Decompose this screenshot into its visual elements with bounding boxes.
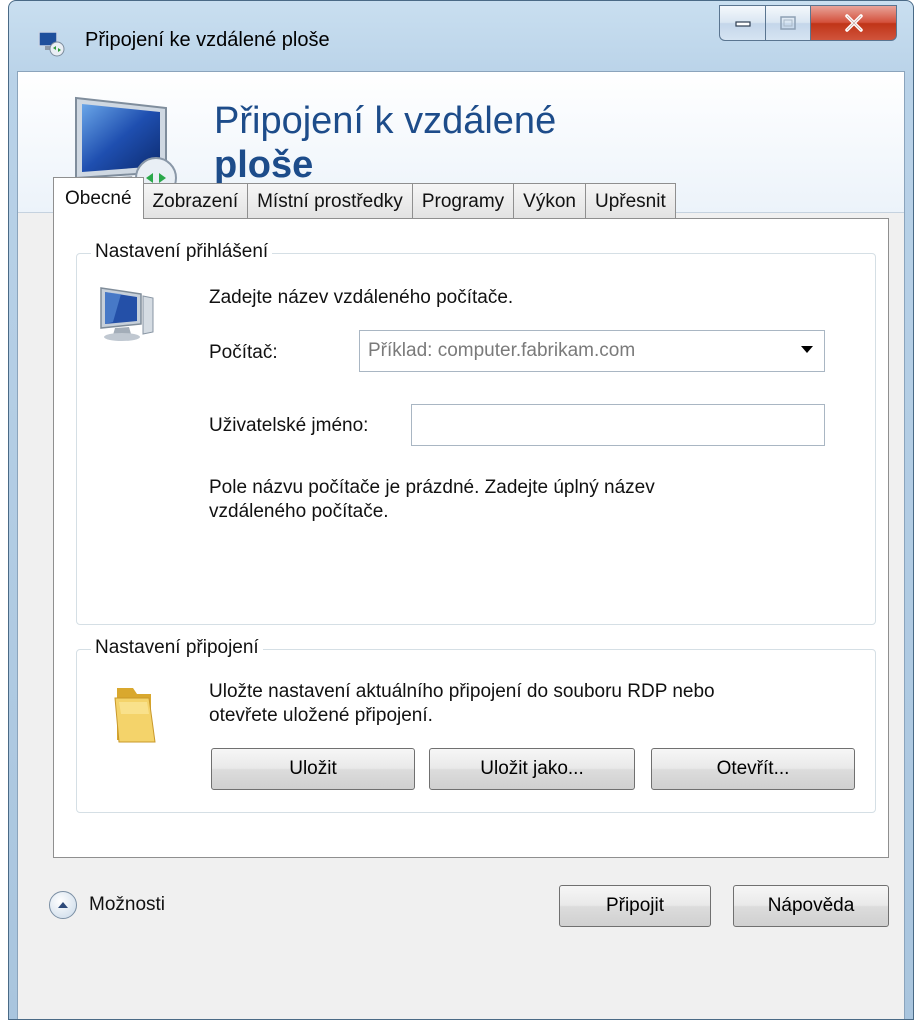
rdp-window: Připojení ke vzdálené ploše Připojení k … (8, 0, 914, 1020)
folder-icon (111, 684, 159, 751)
minimize-button[interactable] (719, 5, 765, 41)
connection-description-line1: Uložte nastavení aktuálního připojení do… (209, 681, 715, 702)
maximize-icon (780, 16, 796, 30)
computer-icon (95, 282, 157, 347)
save-button[interactable]: Uložit (211, 748, 415, 790)
tab-panel-obecne: Nastavení přihlášení Zadejte název vzdál… (53, 218, 889, 858)
tab-programy[interactable]: Programy (411, 183, 515, 219)
window-title: Připojení ke vzdálené ploše (85, 29, 330, 51)
minimize-icon (734, 21, 751, 27)
login-settings-group: Nastavení přihlášení Zadejte název vzdál… (76, 241, 876, 625)
username-field[interactable] (411, 404, 825, 446)
options-toggle[interactable]: Možnosti (49, 891, 165, 919)
tab-upresnit[interactable]: Upřesnit (584, 183, 676, 219)
window-controls (719, 5, 897, 41)
tab-zobrazeni[interactable]: Zobrazení (142, 183, 249, 219)
computer-label: Počítač: (209, 342, 278, 363)
connection-description-line2: otevřete uložené připojení. (209, 705, 433, 726)
open-button[interactable]: Otevřít... (651, 748, 855, 790)
tab-vykon[interactable]: Výkon (513, 183, 586, 219)
options-label: Možnosti (89, 894, 166, 915)
remote-desktop-icon (37, 29, 65, 57)
tab-obecne[interactable]: Obecné (53, 177, 144, 219)
tab-strip: Obecné Zobrazení Místní prostředky Progr… (53, 177, 676, 219)
login-instruction: Zadejte název vzdáleného počítače. (209, 287, 514, 308)
connection-settings-label: Nastavení připojení (91, 637, 263, 659)
login-settings-label: Nastavení přihlášení (91, 241, 273, 263)
computer-combobox[interactable]: Příklad: computer.fabrikam.com (359, 330, 825, 372)
dropdown-arrow-icon[interactable] (800, 341, 814, 359)
computer-placeholder: Příklad: computer.fabrikam.com (368, 340, 636, 361)
help-button[interactable]: Nápověda (733, 885, 889, 927)
maximize-button[interactable] (765, 5, 811, 41)
username-label: Uživatelské jméno: (209, 415, 369, 436)
tab-mistni-prostredky[interactable]: Místní prostředky (247, 183, 413, 219)
save-as-button[interactable]: Uložit jako... (429, 748, 635, 790)
title-bar[interactable]: Připojení ke vzdálené ploše (9, 1, 913, 79)
warning-line2: vzdáleného počítače. (209, 501, 389, 522)
close-button[interactable] (811, 5, 897, 41)
expand-up-icon[interactable] (49, 891, 77, 919)
connect-button[interactable]: Připojit (559, 885, 711, 927)
warning-line1: Pole názvu počítače je prázdné. Zadejte … (209, 477, 655, 498)
header-title-line1: Připojení k vzdálené (214, 100, 557, 142)
close-icon (844, 14, 863, 32)
connection-settings-group: Nastavení připojení Uložte nastavení akt… (76, 637, 876, 813)
